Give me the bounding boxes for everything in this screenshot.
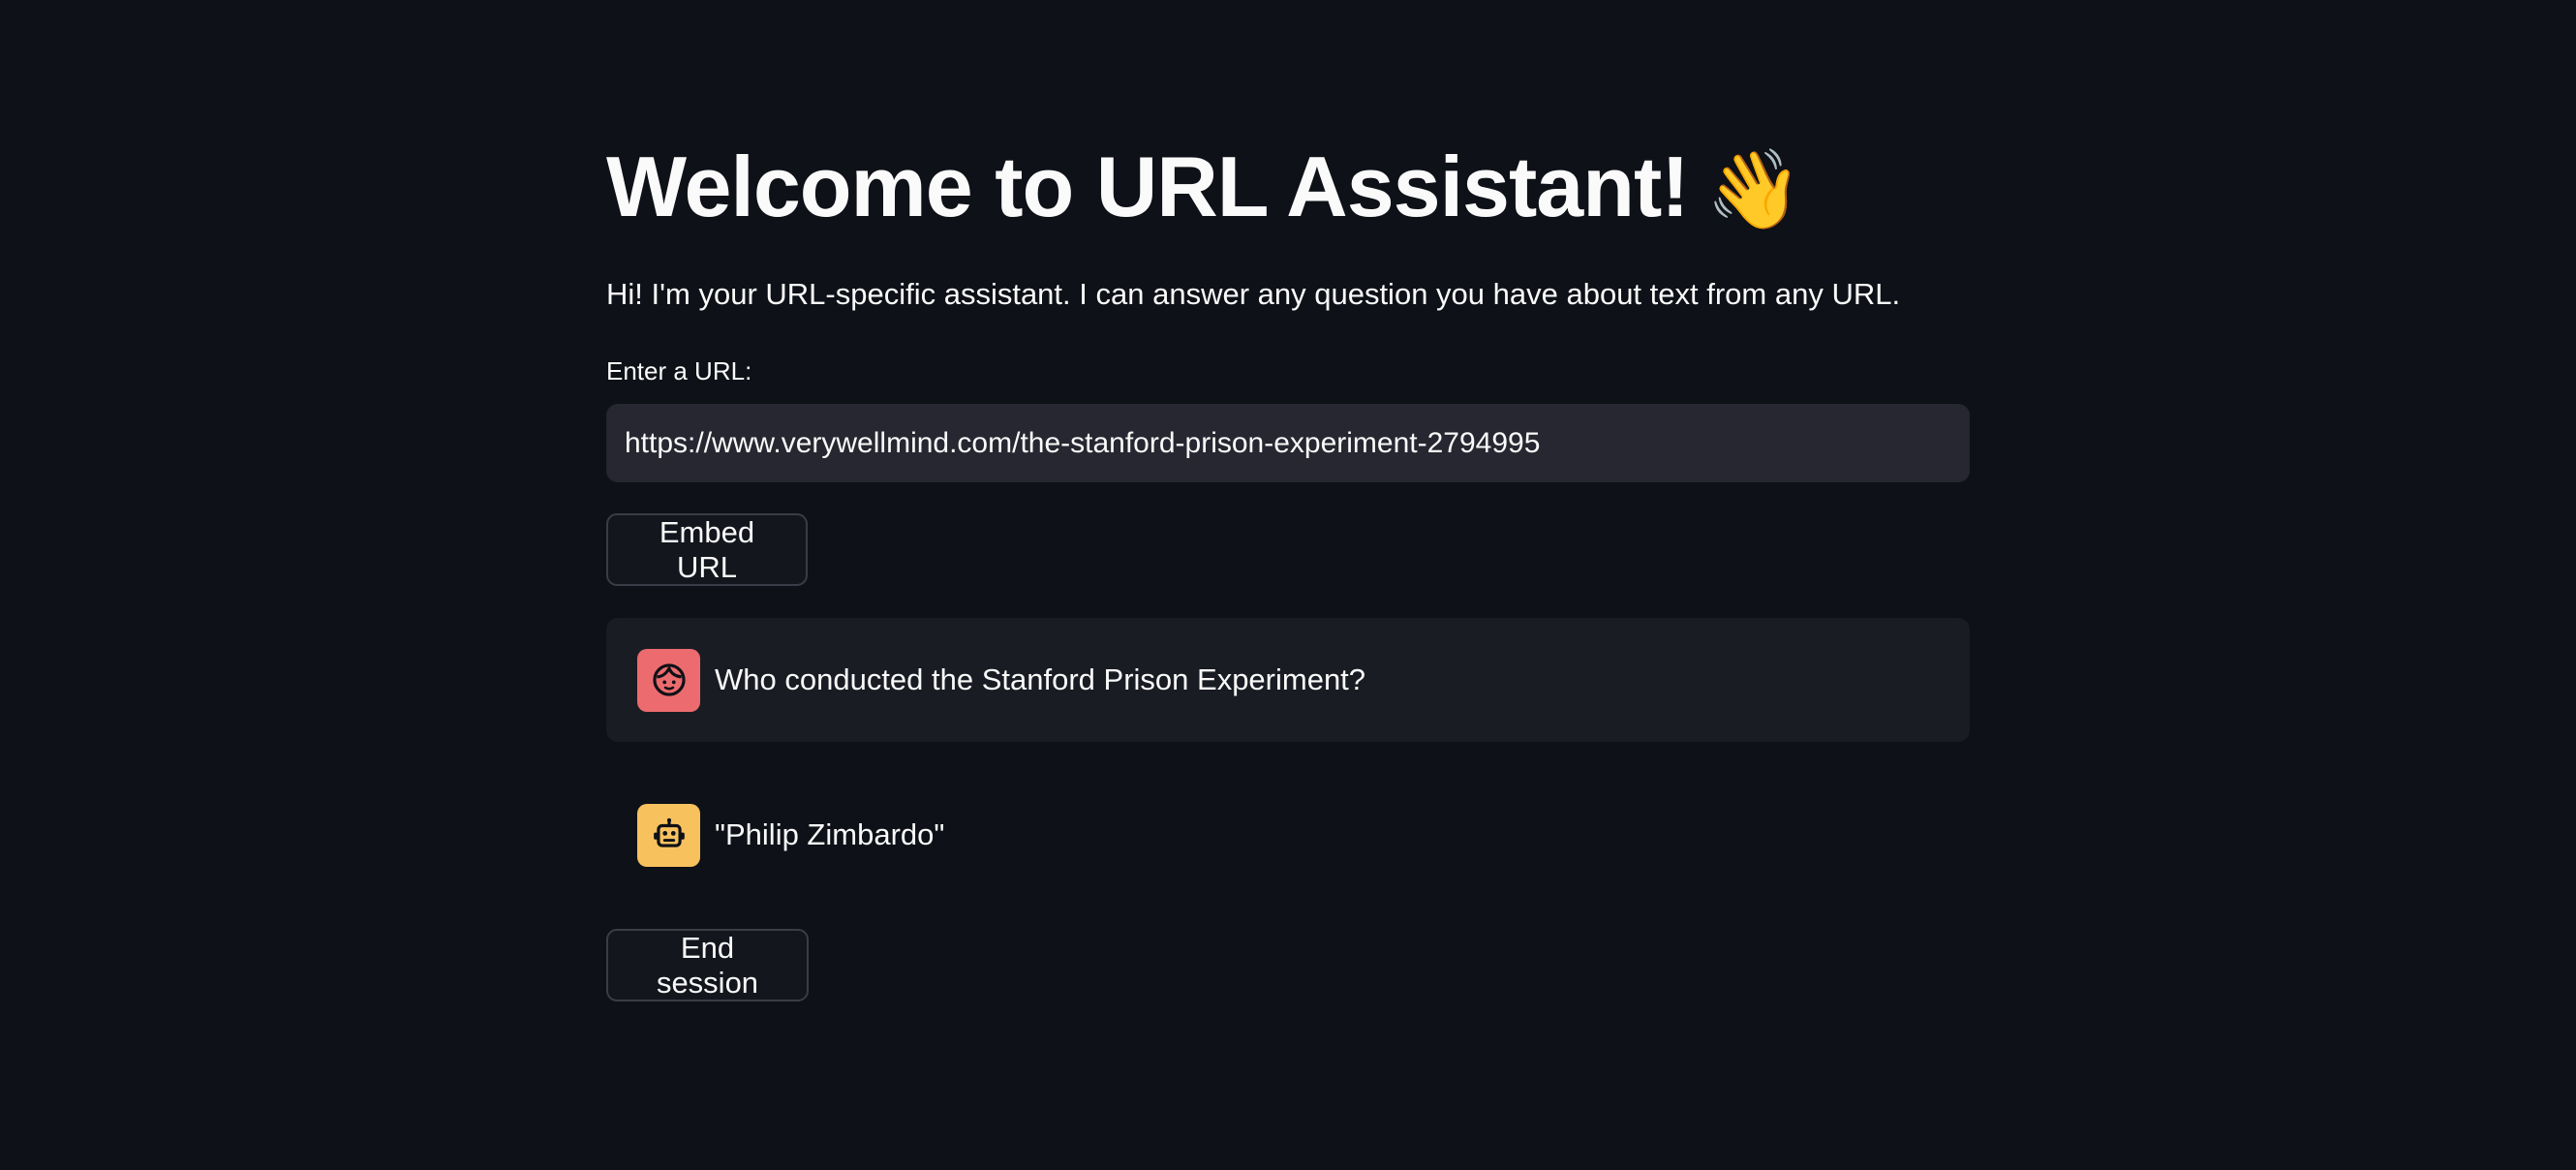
page-title: Welcome to URL Assistant! 👋 bbox=[606, 134, 1803, 243]
embed-url-button[interactable]: Embed URL bbox=[606, 513, 808, 586]
user-face-icon bbox=[652, 663, 686, 696]
user-avatar bbox=[637, 648, 700, 712]
end-session-button[interactable]: End session bbox=[606, 929, 809, 1001]
assistant-message-text: "Philip Zimbardo" bbox=[715, 817, 945, 851]
page-title-text: Welcome to URL Assistant! bbox=[606, 139, 1690, 234]
robot-icon bbox=[653, 817, 685, 847]
chat-message-user: Who conducted the Stanford Prison Experi… bbox=[606, 618, 1970, 742]
url-input[interactable] bbox=[606, 404, 1970, 482]
url-input-label: Enter a URL: bbox=[606, 356, 752, 385]
waving-hand-icon: 👋 bbox=[1705, 146, 1803, 232]
assistant-avatar bbox=[637, 803, 700, 867]
chat-message-assistant: "Philip Zimbardo" bbox=[606, 773, 1970, 897]
user-message-text: Who conducted the Stanford Prison Experi… bbox=[715, 662, 1366, 696]
intro-text: Hi! I'm your URL-specific assistant. I c… bbox=[606, 277, 1901, 311]
